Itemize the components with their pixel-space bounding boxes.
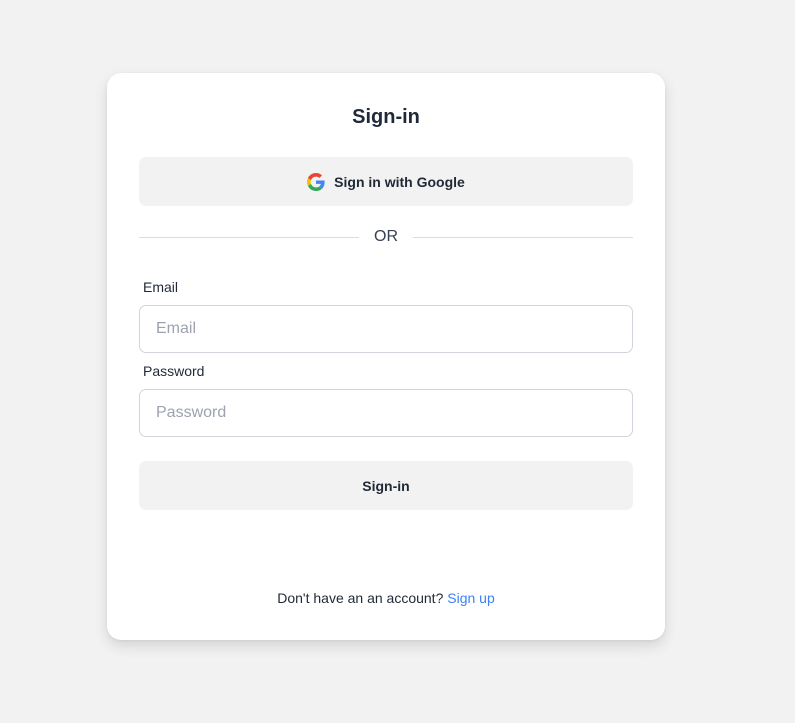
password-label: Password xyxy=(143,363,205,379)
signup-prompt-text: Don't have an an account? xyxy=(277,590,444,606)
password-field[interactable] xyxy=(139,389,633,437)
divider-line-right xyxy=(413,237,633,238)
signin-card: Sign-in Sign in with Google OR Email Pas… xyxy=(107,73,665,640)
signup-prompt: Don't have an an account? Sign up xyxy=(107,590,665,606)
signup-link[interactable]: Sign up xyxy=(447,590,494,606)
or-divider: OR xyxy=(139,226,633,248)
signin-button[interactable]: Sign-in xyxy=(139,461,633,510)
google-icon xyxy=(307,172,325,191)
email-field[interactable] xyxy=(139,305,633,353)
page-title: Sign-in xyxy=(352,106,420,128)
email-label: Email xyxy=(143,279,179,295)
google-signin-label: Sign in with Google xyxy=(334,173,465,190)
google-signin-button[interactable]: Sign in with Google xyxy=(139,157,633,206)
